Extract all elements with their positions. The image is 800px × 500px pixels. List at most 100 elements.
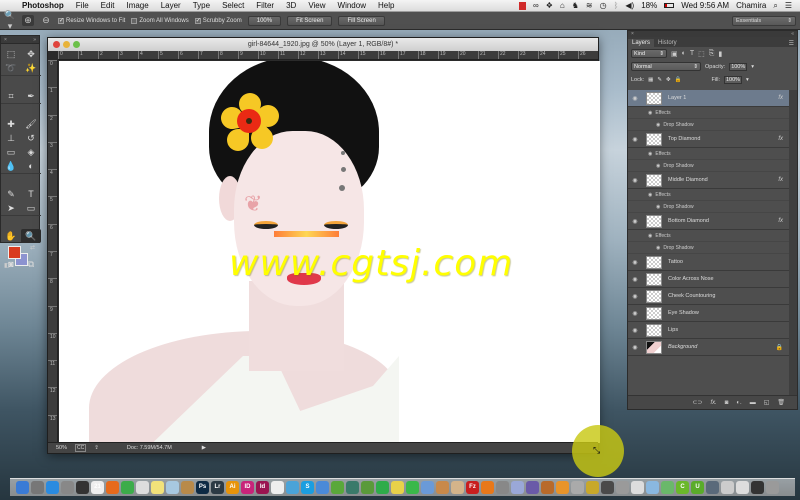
dock-deer-app-icon[interactable] [331, 481, 344, 494]
dock-filezilla-icon[interactable]: Fz [466, 481, 479, 494]
dock-textedit-icon[interactable] [136, 481, 149, 494]
menu-file[interactable]: File [70, 1, 95, 10]
menu-layer[interactable]: Layer [155, 1, 187, 10]
zoom-in-icon[interactable]: ⊕ [22, 15, 34, 26]
panel-menu-icon[interactable]: ☰ [789, 40, 797, 47]
menu-edit[interactable]: Edit [95, 1, 121, 10]
drop-shadow-row[interactable]: ◉ Drop Shadow [628, 242, 789, 254]
layer-name[interactable]: Middle Diamond [668, 177, 708, 183]
drop-shadow-row[interactable]: ◉ Drop Shadow [628, 201, 789, 213]
evernote-icon[interactable]: ♞ [572, 1, 579, 10]
visibility-eye-icon[interactable]: ◉ [628, 327, 642, 334]
dock-acrobat-icon[interactable] [271, 481, 284, 494]
dock-u-app-icon[interactable]: U [691, 481, 704, 494]
shape-filter-icon[interactable]: ⬚ [698, 50, 705, 58]
adjustment-icon[interactable]: ◐. [736, 400, 741, 406]
visibility-eye-icon[interactable]: ◉ [628, 293, 642, 300]
dock-animation-app-icon[interactable] [541, 481, 554, 494]
stamp-tool-icon[interactable]: ⊥ [1, 131, 21, 145]
move-tool-icon[interactable]: ✥ [21, 47, 41, 61]
dock-trash-icon[interactable] [766, 481, 779, 494]
close-panel-icon[interactable]: × [631, 31, 634, 37]
layer-fx-icon[interactable]: fx [778, 136, 783, 142]
history-brush-tool-icon[interactable]: ↺ [21, 131, 41, 145]
dock-presentation-icon[interactable] [481, 481, 494, 494]
foreground-color-swatch[interactable] [8, 246, 21, 259]
layer-row[interactable]: ◉ Cheek Countouring [628, 288, 789, 305]
zoom-level[interactable]: 50% [56, 445, 67, 451]
zoom-tool-preset-icon[interactable]: 🔍▾ [4, 10, 16, 32]
dock-chrome-icon[interactable] [121, 481, 134, 494]
layer-name[interactable]: Bottom Diamond [668, 218, 709, 224]
new-layer-icon[interactable]: ◱ [764, 399, 770, 406]
opacity-dropdown-icon[interactable]: ▾ [751, 64, 754, 70]
dock-system-preferences-icon[interactable] [61, 481, 74, 494]
dock-vlc-icon[interactable] [601, 481, 614, 494]
spotlight-icon[interactable]: ⌕ [773, 1, 777, 11]
blend-mode-select[interactable]: Normal ⇕ [631, 62, 701, 71]
dock-camera-app-icon[interactable] [346, 481, 359, 494]
menu-window[interactable]: Window [332, 1, 372, 10]
opacity-input[interactable]: 100% [729, 62, 748, 71]
collapse-panel-icon[interactable]: » [33, 37, 36, 43]
dock-preview-icon[interactable] [181, 481, 194, 494]
zoom-out-icon[interactable]: ⊖ [40, 15, 52, 26]
blur-tool-icon[interactable]: 💧 [1, 159, 21, 173]
dock-evernote-icon[interactable] [376, 481, 389, 494]
menu-help[interactable]: Help [372, 1, 400, 10]
dock-facetime-icon[interactable] [706, 481, 719, 494]
layer-row[interactable]: ◉ Top Diamond fx [628, 131, 789, 148]
layer-row[interactable]: ◉ Lips [628, 322, 789, 339]
fill-screen-button[interactable]: Fill Screen [338, 15, 385, 26]
layer-thumbnail[interactable] [646, 91, 662, 105]
clock[interactable]: Wed 9:56 AM [681, 1, 729, 10]
dock-document-app-icon[interactable] [631, 481, 644, 494]
layer-row[interactable]: ◉ Background 🔒 [628, 339, 789, 356]
dropbox-icon[interactable]: ❖ [546, 1, 553, 10]
menu-select[interactable]: Select [216, 1, 250, 10]
lock-image-icon[interactable]: ✎ [657, 77, 662, 83]
volume-icon[interactable]: ◀) [625, 1, 634, 10]
brush-tool-icon[interactable]: 🖌 [21, 117, 41, 131]
path-select-tool-icon[interactable]: ➤ [1, 201, 21, 215]
fill-dropdown-icon[interactable]: ▾ [746, 77, 749, 83]
group-folder-icon[interactable]: ▬ [750, 400, 756, 406]
lock-transparent-icon[interactable]: ▦ [648, 77, 653, 83]
dock-game-app-icon[interactable] [616, 481, 629, 494]
layer-name[interactable]: Color Across Nose [668, 276, 714, 282]
tab-history[interactable]: History [654, 39, 681, 47]
layer-name[interactable]: Lips [668, 327, 678, 333]
effect-eye-icon[interactable]: ◉ [648, 233, 652, 239]
type-tool-icon[interactable]: T [21, 187, 41, 201]
dock-skype-icon[interactable]: S [301, 481, 314, 494]
dock-home-app-icon[interactable] [661, 481, 674, 494]
filter-kind-select[interactable]: Kind ⇕ [631, 49, 667, 58]
layer-thumbnail[interactable] [646, 132, 662, 146]
battery-icon[interactable] [664, 3, 675, 8]
horizontal-ruler[interactable]: 0 1 2 3 4 5 6 7 8 9 10 11 12 13 14 15 16 17 18 19 20 21 22 23 24… [58, 51, 598, 60]
dock-indesign-icon[interactable]: Id [256, 481, 269, 494]
menu-image[interactable]: Image [120, 1, 154, 10]
menu-view[interactable]: View [302, 1, 331, 10]
wifi-icon[interactable]: ≋ [586, 1, 593, 10]
layer-fx-icon[interactable]: fx [778, 218, 783, 224]
effect-eye-icon[interactable]: ◉ [648, 151, 652, 157]
marquee-tool-icon[interactable]: ⬚ [1, 47, 21, 61]
eraser-tool-icon[interactable]: ▭ [1, 145, 21, 159]
fx-icon[interactable]: fx. [710, 400, 716, 406]
time-machine-icon[interactable]: ◷ [600, 1, 607, 10]
dock-app-store-icon[interactable] [46, 481, 59, 494]
layer-name[interactable]: Background [668, 344, 697, 350]
drop-shadow-row[interactable]: ◉ Drop Shadow [628, 160, 789, 172]
rectangle-tool-icon[interactable]: ▭ [21, 201, 41, 215]
collapse-panel-icon[interactable]: « [791, 31, 794, 37]
layer-thumbnail[interactable] [646, 173, 662, 187]
dock-pen-app-icon[interactable] [526, 481, 539, 494]
zoom-window-button[interactable] [73, 41, 80, 48]
visibility-eye-icon[interactable]: ◉ [628, 95, 642, 102]
status-menu-arrow-icon[interactable]: ▶ [202, 445, 206, 451]
adjustment-filter-icon[interactable]: ◐ [682, 50, 686, 57]
layer-thumbnail[interactable] [646, 255, 662, 269]
dodge-tool-icon[interactable]: ◐ [21, 159, 41, 173]
layer-row[interactable]: ◉ Tattoo [628, 254, 789, 271]
